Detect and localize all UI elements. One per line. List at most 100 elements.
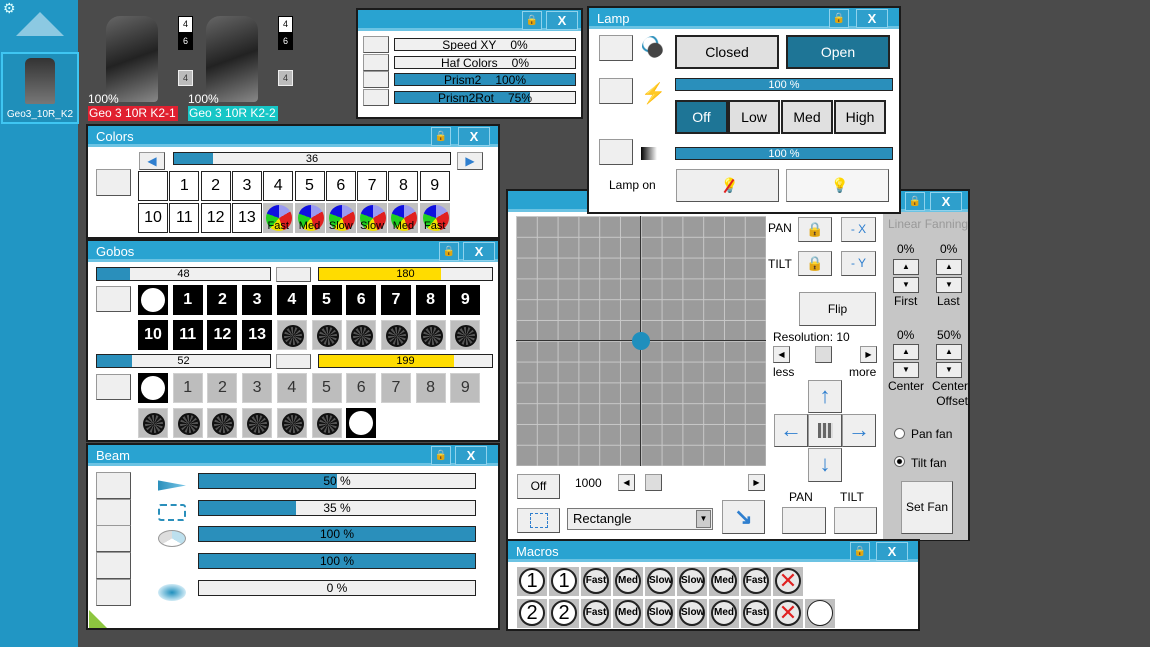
speed-bar[interactable]: Prism2 100%	[394, 73, 576, 86]
macro-button[interactable]: Fast	[581, 567, 611, 596]
first-down-button[interactable]: ▼	[893, 277, 919, 293]
arrow-left-button[interactable]: ←	[774, 414, 808, 447]
fixture-tile[interactable]: Geo3_10R_K2	[1, 52, 79, 124]
gobo1-cell[interactable]: 12	[207, 320, 238, 350]
pan-tilt-grid[interactable]	[516, 216, 766, 466]
gobo1-cell[interactable]: 3	[242, 285, 273, 315]
speed-right-button[interactable]: ▶	[748, 474, 765, 491]
gobo1-cell[interactable]: 6	[346, 285, 377, 315]
color-wheel-macro[interactable]: Slow	[325, 203, 356, 233]
macro-button[interactable]: 1	[517, 567, 547, 596]
off-button[interactable]: Off	[517, 474, 560, 499]
macro-button[interactable]: Fast	[581, 599, 611, 628]
arrow-right-button[interactable]: →	[842, 414, 876, 447]
center-up-button[interactable]: ▲	[893, 344, 919, 360]
lock-icon[interactable]: 🔒	[431, 127, 451, 146]
beam-row-button[interactable]	[96, 552, 131, 580]
gobo-rotate-icon[interactable]	[138, 408, 168, 438]
gobo2-cell[interactable]: 5	[311, 373, 342, 403]
lock-icon[interactable]: 🔒	[905, 192, 925, 211]
beam-bar[interactable]: 100 %	[198, 526, 476, 543]
speed-row-button[interactable]	[363, 36, 389, 53]
gobo-rotate-icon[interactable]	[172, 408, 203, 438]
gobo-rotate-icon[interactable]	[415, 320, 446, 350]
gobo-rotate-icon[interactable]	[311, 408, 342, 438]
gobo2-cell[interactable]: 9	[450, 373, 481, 403]
macro-button[interactable]: Fast	[741, 599, 771, 628]
tilt-lock-button[interactable]: 🔒	[798, 251, 832, 276]
shape-button[interactable]	[517, 508, 560, 533]
gobo2-cell[interactable]: 7	[380, 373, 411, 403]
gobo-open-icon[interactable]	[346, 408, 377, 438]
gobo1-cell[interactable]: 8	[415, 285, 446, 315]
gobo1-slider[interactable]: 48	[96, 267, 271, 281]
shutter-closed-button[interactable]: Closed	[675, 35, 779, 69]
color-wheel-macro[interactable]: Med	[388, 203, 419, 233]
flip-button[interactable]: Flip	[799, 292, 876, 326]
strobe-high-button[interactable]: High	[834, 100, 886, 134]
gobo1-cell[interactable]: 1	[172, 285, 203, 315]
add-corner-icon[interactable]	[89, 610, 107, 628]
strobe-select-button[interactable]	[599, 78, 633, 104]
color-cell[interactable]	[138, 171, 168, 201]
gobo2-cell[interactable]: 6	[346, 373, 377, 403]
color-wheel-macro[interactable]: Med	[294, 203, 325, 233]
strobe-med-button[interactable]: Med	[781, 100, 833, 134]
tilt-button[interactable]	[834, 507, 877, 534]
beam-row-button[interactable]	[96, 498, 131, 526]
lock-icon[interactable]: 🔒	[850, 542, 870, 561]
lock-icon[interactable]: 🔒	[431, 446, 451, 465]
arrow-down-button[interactable]: ↓	[808, 448, 842, 482]
gobo2-slider[interactable]: 52	[96, 354, 271, 368]
gobo1-cell[interactable]: 5	[311, 285, 342, 315]
gobo2-rot-button[interactable]	[276, 354, 311, 369]
gobo-rotate-icon[interactable]	[276, 320, 307, 350]
close-button[interactable]: X	[546, 11, 578, 30]
macro-button[interactable]: Slow	[677, 599, 707, 628]
color-cell[interactable]: 2	[200, 171, 231, 201]
arrow-up-button[interactable]: ↑	[808, 380, 842, 413]
lamp-on-button[interactable]: 💡	[786, 169, 889, 202]
last-up-button[interactable]: ▲	[936, 259, 962, 275]
color-wheel-macro[interactable]: Slow	[357, 203, 388, 233]
gobo1-cell[interactable]: 2	[207, 285, 238, 315]
invert-y-button[interactable]: - Y	[841, 251, 876, 276]
macro-button[interactable]: Slow	[677, 567, 707, 596]
close-button[interactable]: X	[930, 192, 962, 211]
resolution-slider-thumb[interactable]	[815, 346, 832, 363]
gobo-open-icon[interactable]	[138, 373, 168, 403]
color-cell[interactable]: 4	[263, 171, 294, 201]
close-button[interactable]: X	[458, 127, 490, 146]
beam-bar[interactable]: 50 %	[198, 473, 476, 489]
gobo-open-icon[interactable]	[138, 285, 168, 315]
lock-icon[interactable]: 🔒	[522, 11, 542, 30]
resolution-more-button[interactable]: ▶	[860, 346, 877, 363]
color-cell[interactable]: 7	[357, 171, 388, 201]
macro-button[interactable]: 1	[549, 567, 579, 596]
gobo2-cell[interactable]: 1	[172, 373, 203, 403]
fixture-1[interactable]: 4 6 4 100% Geo 3 10R K2-1	[88, 12, 198, 122]
speed-row-button[interactable]	[363, 53, 389, 71]
pan-fan-radio[interactable]	[894, 428, 905, 439]
gobo1-cell[interactable]: 9	[450, 285, 481, 315]
gobo-rotate-icon[interactable]	[450, 320, 481, 350]
speed-left-button[interactable]: ◀	[618, 474, 635, 491]
beam-bar[interactable]: 0 %	[198, 579, 476, 596]
beam-row-button[interactable]	[96, 578, 131, 606]
gobo2-cell[interactable]: 3	[242, 373, 273, 403]
resolution-less-button[interactable]: ◀	[773, 346, 790, 363]
beam-row-button[interactable]	[96, 525, 131, 553]
speed-bar[interactable]: Prism2Rot 75%	[394, 90, 576, 104]
gobo1-cell[interactable]: 13	[242, 320, 273, 350]
tilt-fan-radio[interactable]	[894, 456, 905, 467]
lamp-title[interactable]: Lamp	[589, 8, 899, 29]
gobo1-select-button[interactable]	[96, 286, 131, 312]
macro-button[interactable]: ✕	[773, 567, 803, 596]
dimmer-bar[interactable]: 100 %	[675, 78, 893, 91]
colors-next-button[interactable]: ▶	[457, 152, 483, 170]
speed-row-button[interactable]	[363, 88, 389, 106]
color-cell[interactable]: 10	[138, 203, 168, 233]
lock-icon[interactable]: 🔒	[439, 242, 459, 261]
gear-icon[interactable]: ⚙	[3, 1, 17, 15]
fade-bar[interactable]: 100 %	[675, 147, 893, 160]
